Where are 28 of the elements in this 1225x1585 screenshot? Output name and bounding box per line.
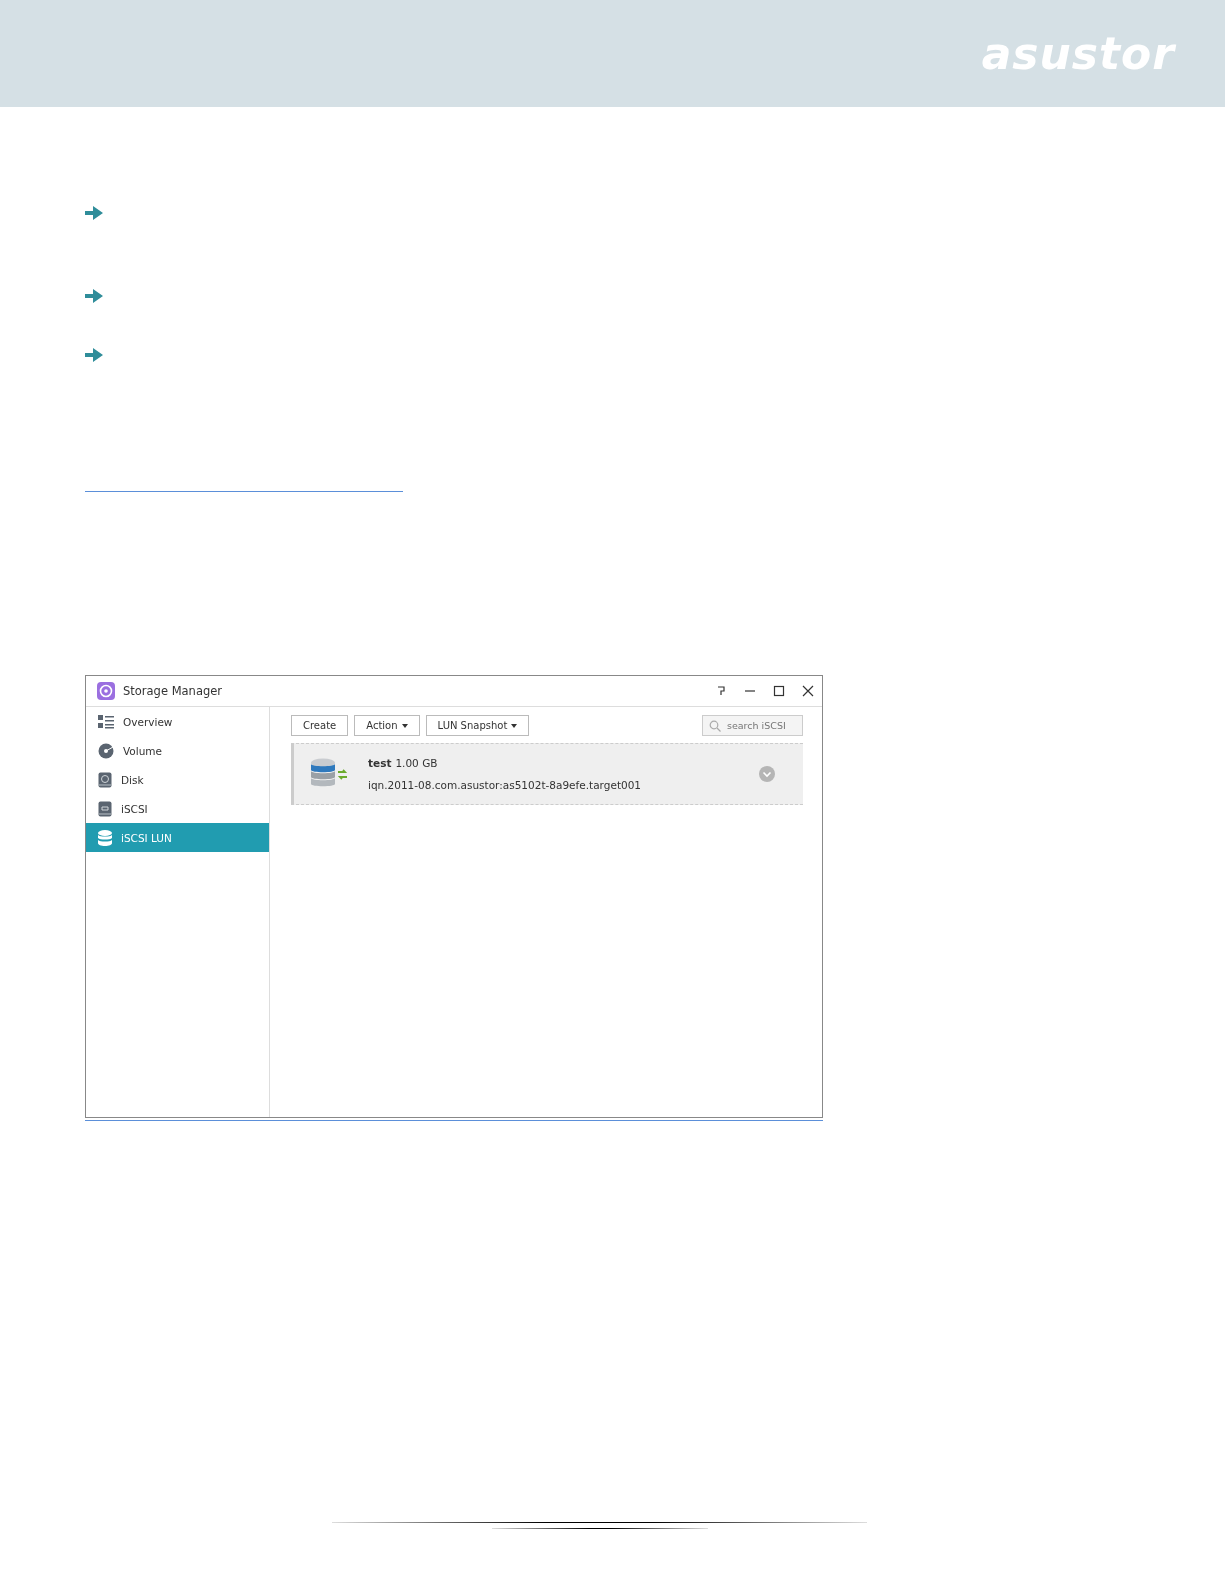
search-icon (709, 720, 721, 732)
toolbar-button[interactable]: Action (354, 715, 420, 736)
maximize-icon[interactable] (773, 685, 785, 697)
disc-icon (98, 742, 114, 759)
lun-size: 1.00 GB (395, 757, 438, 769)
sidebar-item[interactable]: Volume (86, 736, 269, 765)
arrow-icon (85, 348, 103, 362)
lun-row[interactable]: test 1.00 GB iqn.2011-08.com.asustor:as5102t-8a9efe.target001 (291, 743, 803, 805)
search-field[interactable]: search iSCSI (702, 715, 803, 736)
lun-name: test (368, 757, 392, 769)
drive-icon (98, 771, 112, 788)
sidebar-item[interactable]: iSCSI (86, 794, 269, 823)
arrow-icon (85, 289, 103, 303)
window-title: Storage Manager (123, 684, 223, 698)
caret-icon (401, 723, 408, 728)
list-icon (98, 714, 114, 729)
lun-iqn: iqn.2011-08.com.asustor:as5102t-8a9efe.target001 (368, 779, 642, 791)
arrow-icon (85, 206, 103, 220)
close-icon[interactable] (802, 685, 814, 697)
toolbar-button[interactable]: LUN Snapshot (425, 715, 530, 736)
caret-icon (511, 723, 518, 728)
app-icon (97, 682, 115, 700)
help-icon[interactable] (715, 685, 727, 697)
toolbar-button[interactable]: Create (291, 715, 349, 736)
database-icon (98, 829, 112, 846)
sidebar-item[interactable]: Disk (86, 765, 269, 794)
drive-icon (98, 800, 112, 817)
sidebar-item[interactable]: Overview (86, 707, 269, 736)
